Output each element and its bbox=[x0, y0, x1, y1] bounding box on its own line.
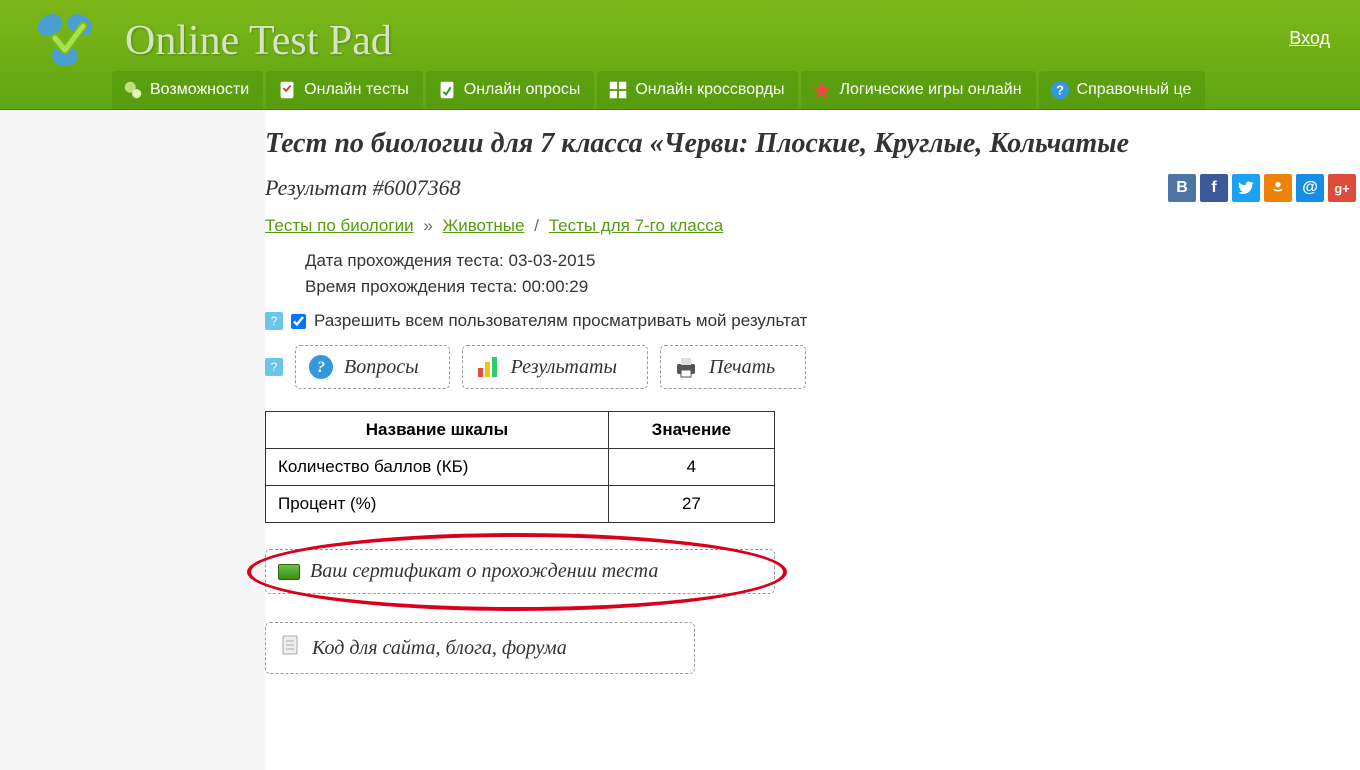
site-logo-icon bbox=[25, 8, 105, 73]
test-icon bbox=[276, 79, 298, 101]
social-share-bar: B f @ g+ bbox=[1168, 174, 1360, 202]
gears-icon bbox=[122, 79, 144, 101]
nav-tests[interactable]: Онлайн тесты bbox=[266, 71, 423, 109]
page-title: Тест по биологии для 7 класса «Черви: Пл… bbox=[265, 128, 1360, 160]
col-scale-header: Название шкалы bbox=[266, 412, 609, 449]
svg-text:?: ? bbox=[317, 359, 325, 376]
nav-crosswords[interactable]: Онлайн кроссворды bbox=[597, 71, 798, 109]
nav-label: Логические игры онлайн bbox=[839, 81, 1021, 99]
question-bubble-icon: ? bbox=[308, 354, 334, 380]
scale-value: 27 bbox=[608, 486, 774, 523]
result-id: Результат #6007368 bbox=[265, 175, 461, 201]
nav-label: Онлайн опросы bbox=[464, 81, 581, 99]
date-value: 03-03-2015 bbox=[508, 251, 595, 270]
breadcrumb-animals[interactable]: Животные bbox=[443, 216, 525, 235]
breadcrumb-sep: » bbox=[423, 216, 432, 235]
time-label: Время прохождения теста: bbox=[305, 277, 517, 296]
embed-code-button[interactable]: Код для сайта, блога, форума bbox=[265, 622, 695, 674]
print-button[interactable]: Печать bbox=[660, 345, 806, 389]
nav-help[interactable]: ? Справочный це bbox=[1039, 71, 1206, 109]
breadcrumb: Тесты по биологии » Животные / Тесты для… bbox=[265, 216, 1360, 236]
nav-label: Справочный це bbox=[1077, 81, 1192, 99]
ok-icon[interactable] bbox=[1264, 174, 1292, 202]
results-table: Название шкалы Значение Количество балло… bbox=[265, 411, 775, 523]
scale-value: 4 bbox=[608, 449, 774, 486]
table-row: Процент (%) 27 bbox=[266, 486, 775, 523]
share-result-label: Разрешить всем пользователям просматрива… bbox=[314, 311, 807, 331]
help-hint-icon[interactable]: ? bbox=[265, 312, 283, 330]
certificate-button[interactable]: Ваш сертификат о прохождении теста bbox=[265, 549, 775, 594]
main-nav: Возможности Онлайн тесты Онлайн опросы О… bbox=[112, 71, 1360, 109]
document-icon bbox=[278, 633, 302, 663]
col-value-header: Значение bbox=[608, 412, 774, 449]
bar-chart-icon bbox=[475, 354, 501, 380]
grid-icon bbox=[607, 79, 629, 101]
breadcrumb-biology[interactable]: Тесты по биологии bbox=[265, 216, 414, 235]
facebook-icon[interactable]: f bbox=[1200, 174, 1228, 202]
login-link[interactable]: Вход bbox=[1289, 28, 1330, 49]
nav-polls[interactable]: Онлайн опросы bbox=[426, 71, 595, 109]
table-row: Количество баллов (КБ) 4 bbox=[266, 449, 775, 486]
certificate-icon bbox=[278, 564, 300, 580]
questions-button[interactable]: ? Вопросы bbox=[295, 345, 450, 389]
twitter-icon[interactable] bbox=[1232, 174, 1260, 202]
nav-label: Онлайн кроссворды bbox=[635, 81, 784, 99]
results-label: Результаты bbox=[511, 356, 617, 379]
breadcrumb-sep: / bbox=[534, 216, 539, 235]
scale-name: Процент (%) bbox=[266, 486, 609, 523]
share-result-checkbox[interactable] bbox=[291, 314, 306, 329]
site-header: Online Test Pad Вход Возможности Онлайн … bbox=[0, 0, 1360, 110]
breadcrumb-grade7[interactable]: Тесты для 7-го класса bbox=[549, 216, 723, 235]
main-content: Тест по биологии для 7 класса «Черви: Пл… bbox=[265, 110, 1360, 770]
mailru-icon[interactable]: @ bbox=[1296, 174, 1324, 202]
results-button[interactable]: Результаты bbox=[462, 345, 648, 389]
poll-icon bbox=[436, 79, 458, 101]
vk-icon[interactable]: B bbox=[1168, 174, 1196, 202]
star-icon bbox=[811, 79, 833, 101]
nav-possibilities[interactable]: Возможности bbox=[112, 71, 263, 109]
help-icon: ? bbox=[1049, 79, 1071, 101]
nav-logic-games[interactable]: Логические игры онлайн bbox=[801, 71, 1035, 109]
questions-label: Вопросы bbox=[344, 356, 419, 379]
nav-label: Онлайн тесты bbox=[304, 81, 409, 99]
test-meta: Дата прохождения теста: 03-03-2015 Время… bbox=[305, 248, 1360, 299]
scale-name: Количество баллов (КБ) bbox=[266, 449, 609, 486]
date-label: Дата прохождения теста: bbox=[305, 251, 504, 270]
print-label: Печать bbox=[709, 356, 775, 379]
nav-label: Возможности bbox=[150, 81, 249, 99]
site-title: Online Test Pad bbox=[125, 17, 392, 65]
certificate-label: Ваш сертификат о прохождении теста bbox=[310, 560, 658, 583]
embed-code-label: Код для сайта, блога, форума bbox=[312, 637, 567, 660]
gplus-icon[interactable]: g+ bbox=[1328, 174, 1356, 202]
left-gutter bbox=[0, 110, 265, 770]
help-hint-icon[interactable]: ? bbox=[265, 358, 283, 376]
time-value: 00:00:29 bbox=[522, 277, 588, 296]
printer-icon bbox=[673, 354, 699, 380]
svg-text:?: ? bbox=[1056, 83, 1064, 98]
